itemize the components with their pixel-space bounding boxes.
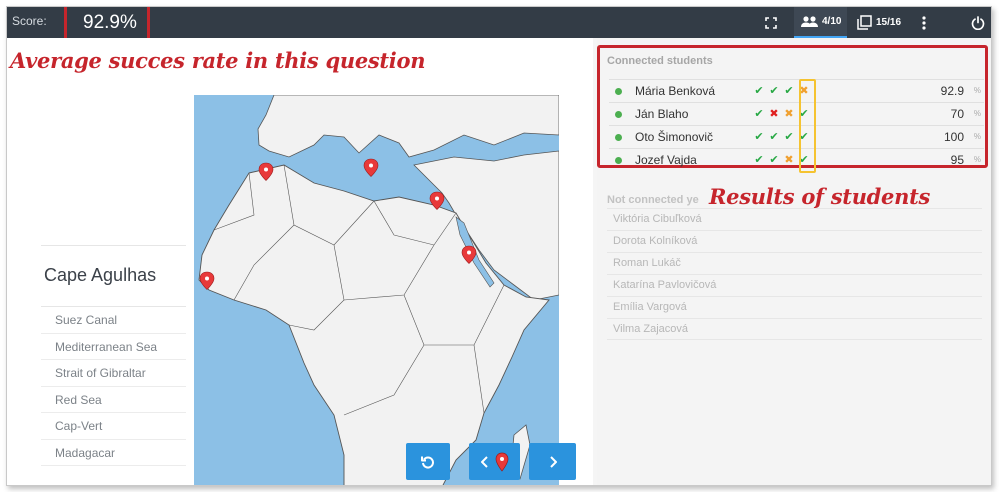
online-dot xyxy=(615,157,622,164)
copy-icon xyxy=(857,15,872,30)
fullscreen-button[interactable] xyxy=(765,7,777,38)
check-icon: ✔ xyxy=(784,131,794,143)
question-panel: Average succes rate in this question Cap… xyxy=(7,38,593,485)
option-item[interactable]: Red Sea xyxy=(41,387,186,413)
partial-x-icon: ✖ xyxy=(784,154,794,166)
connected-title: Connected students xyxy=(607,55,713,67)
offline-student[interactable]: Katarína Pavlovičová xyxy=(607,274,982,296)
check-icon: ✔ xyxy=(754,154,764,166)
offline-student[interactable]: Dorota Kolníková xyxy=(607,230,982,252)
students-tab[interactable]: 4/10 xyxy=(794,7,847,38)
option-item[interactable]: Cap-Vert xyxy=(41,413,186,440)
check-icon: ✔ xyxy=(769,154,779,166)
student-name: Ján Blaho xyxy=(635,107,689,121)
score-label: Score: xyxy=(12,14,47,28)
student-name: Jozef Vajda xyxy=(635,153,697,167)
offline-student[interactable]: Viktória Cibuľková xyxy=(607,208,982,230)
score-highlight-box: 92.9% xyxy=(64,7,150,42)
student-score: 95 xyxy=(950,153,964,167)
power-icon xyxy=(971,15,985,30)
percent-unit: % xyxy=(973,86,981,95)
check-icon: ✔ xyxy=(769,85,779,97)
more-vertical-icon xyxy=(922,15,926,30)
check-icon: ✔ xyxy=(769,131,779,143)
student-score: 100 xyxy=(943,130,964,144)
partial-x-icon: ✖ xyxy=(784,108,794,120)
option-item[interactable]: Mediterranean Sea xyxy=(41,334,186,360)
current-answer: Cape Agulhas xyxy=(41,245,186,307)
students-count: 4/10 xyxy=(822,16,842,27)
fullscreen-icon xyxy=(765,16,777,29)
reset-button[interactable] xyxy=(406,443,450,480)
map-pin-icon xyxy=(495,452,508,472)
option-item[interactable]: Madagacar xyxy=(41,440,186,466)
student-score: 70 xyxy=(950,107,964,121)
more-button[interactable] xyxy=(922,7,926,38)
online-dot xyxy=(615,88,622,95)
questions-count: 15/16 xyxy=(876,17,902,28)
offline-student[interactable]: Roman Lukáč xyxy=(607,252,982,274)
chevron-left-icon xyxy=(480,455,488,468)
not-connected-title: Not connected ye xyxy=(607,194,699,206)
check-icon: ✔ xyxy=(754,108,764,120)
connected-students-box: Connected students Mária Benková ✔ ✔ ✔ ✖… xyxy=(597,45,988,173)
student-row[interactable]: Oto Šimonovič ✔ ✔ ✔ ✔ 100 % xyxy=(609,125,984,148)
online-dot xyxy=(615,134,622,141)
student-score: 92.9 xyxy=(940,84,964,98)
student-row[interactable]: Mária Benková ✔ ✔ ✔ ✖ 92.9 % xyxy=(609,79,984,102)
cross-icon: ✖ xyxy=(769,108,779,120)
chevron-right-icon xyxy=(549,455,557,468)
student-name: Mária Benková xyxy=(635,84,716,98)
percent-unit: % xyxy=(973,155,981,164)
percent-unit: % xyxy=(973,132,981,141)
prev-button[interactable] xyxy=(469,443,520,480)
score-value: 92.9% xyxy=(83,12,137,33)
map-drawing xyxy=(198,95,559,485)
student-row[interactable]: Ján Blaho ✔ ✖ ✖ ✔ 70 % xyxy=(609,102,984,125)
top-bar: Score: 92.9% 4/10 15/16 xyxy=(7,7,991,42)
student-row[interactable]: Jozef Vajda ✔ ✔ ✖ ✔ 95 % xyxy=(609,148,984,171)
results-annotation: Results of students xyxy=(709,184,930,209)
africa-map[interactable] xyxy=(194,95,559,485)
next-button[interactable] xyxy=(529,443,576,480)
answer-list: Cape Agulhas Suez Canal Mediterranean Se… xyxy=(41,245,186,466)
average-annotation: Average succes rate in this question xyxy=(10,48,426,73)
rotate-icon xyxy=(421,456,434,469)
check-icon: ✔ xyxy=(754,131,764,143)
power-button[interactable] xyxy=(971,7,985,38)
results-panel: Connected students Mária Benková ✔ ✔ ✔ ✖… xyxy=(597,38,991,485)
people-icon xyxy=(801,15,818,27)
question-column-highlight xyxy=(799,79,816,173)
offline-student[interactable]: Vilma Zajacová xyxy=(607,318,982,340)
app-window: Score: 92.9% 4/10 15/16 Average succes r… xyxy=(6,6,992,486)
option-item[interactable]: Strait of Gibraltar xyxy=(41,360,186,387)
questions-tab[interactable]: 15/16 xyxy=(857,7,901,38)
percent-unit: % xyxy=(973,109,981,118)
online-dot xyxy=(615,111,622,118)
check-icon: ✔ xyxy=(754,85,764,97)
offline-student[interactable]: Emília Vargová xyxy=(607,296,982,318)
student-name: Oto Šimonovič xyxy=(635,130,714,144)
option-item[interactable]: Suez Canal xyxy=(41,307,186,334)
check-icon: ✔ xyxy=(784,85,794,97)
